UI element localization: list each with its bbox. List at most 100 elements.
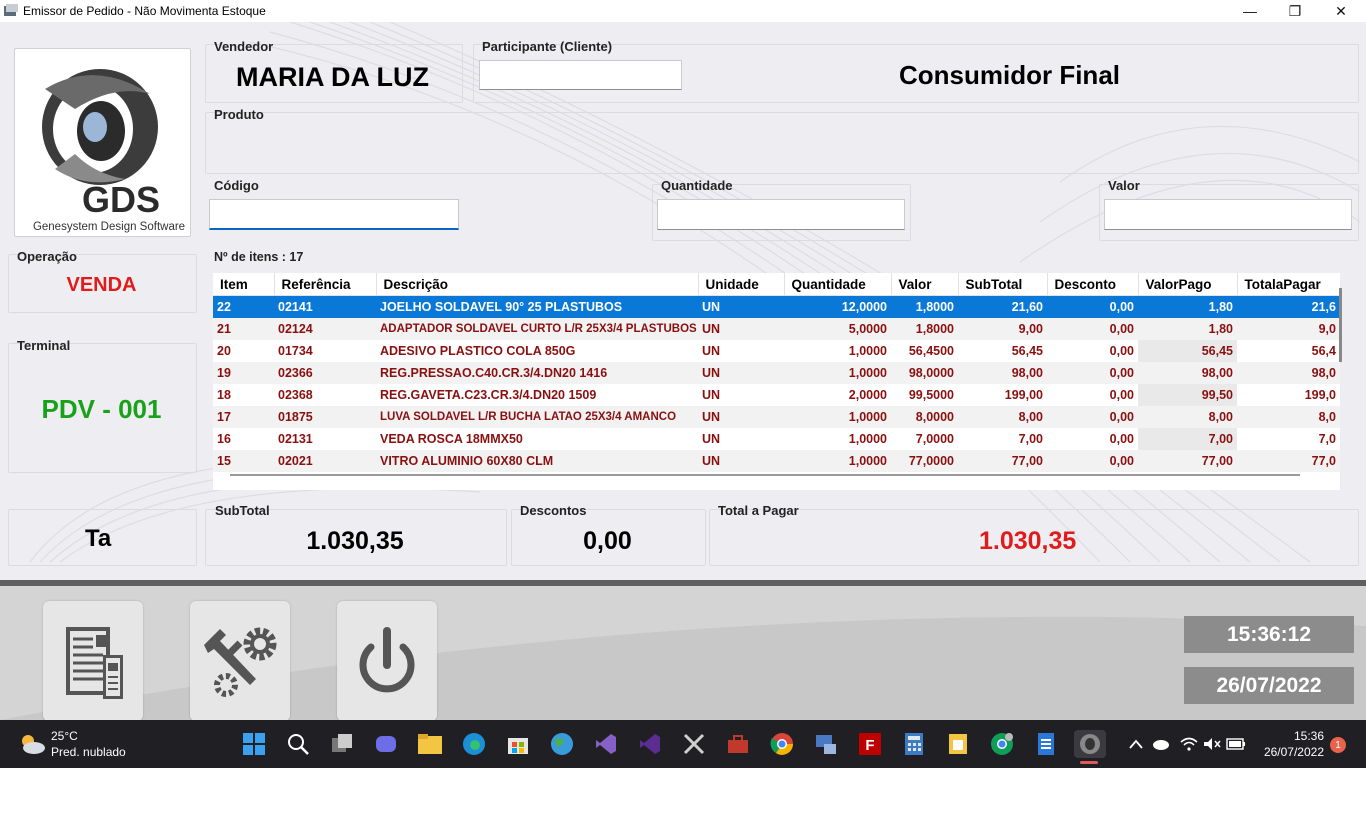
table-row[interactable]: 22 02141 JOELHO SOLDAVEL 90° 25 PLASTUBO… xyxy=(213,295,1340,318)
table-vertical-scrollbar[interactable] xyxy=(1339,288,1342,362)
table-row[interactable]: 15 02021 VITRO ALUMINIO 60X80 CLM UN 1,0… xyxy=(213,450,1340,472)
col-item[interactable]: Item xyxy=(213,273,275,296)
table-row[interactable]: 21 02124 ADAPTADOR SOLDAVEL CURTO L/R 25… xyxy=(213,318,1340,340)
cell-valorpago: 7,00 xyxy=(1138,428,1237,450)
table-row[interactable]: 20 01734 ADESIVO PLASTICO COLA 850G UN 1… xyxy=(213,340,1340,362)
maps-button[interactable] xyxy=(548,730,576,758)
col-valor[interactable]: Valor xyxy=(891,273,959,296)
col-desconto[interactable]: Desconto xyxy=(1047,273,1139,296)
cell-desconto: 0,00 xyxy=(1047,318,1138,340)
tools-icon xyxy=(683,733,705,755)
start-button[interactable] xyxy=(240,730,268,758)
produto-group xyxy=(205,112,1359,174)
operacao-label: Operação xyxy=(17,249,77,264)
report-button[interactable] xyxy=(43,601,143,720)
gds-app-button[interactable] xyxy=(1074,730,1106,758)
cell-valorpago: 99,50 xyxy=(1138,384,1237,406)
col-unidade[interactable]: Unidade xyxy=(698,273,785,296)
clock-time: 15:36:12 xyxy=(1184,616,1354,653)
wifi-button[interactable] xyxy=(1178,730,1200,758)
valor-input[interactable] xyxy=(1104,199,1352,230)
cell-valor: 98,0000 xyxy=(891,362,958,384)
cell-desconto: 0,00 xyxy=(1047,450,1138,472)
weather-desc: Pred. nublado xyxy=(51,745,126,759)
table-row[interactable]: 16 02131 VEDA ROSCA 18MMX50 UN 1,0000 7,… xyxy=(213,428,1340,450)
cell-item: 16 xyxy=(217,432,231,446)
col-totalapagar[interactable]: TotalaPagar xyxy=(1237,273,1340,296)
cell-desc: REG.GAVETA.C23.CR.3/4.DN20 1509 xyxy=(380,388,597,402)
file-explorer-button[interactable] xyxy=(416,730,444,758)
table-row[interactable]: 19 02366 REG.PRESSAO.C40.CR.3/4.DN20 141… xyxy=(213,362,1340,384)
cell-un: UN xyxy=(702,344,721,358)
company-logo: GDS Genesystem Design Software xyxy=(14,48,191,237)
cell-qtd: 1,0000 xyxy=(784,450,891,472)
cell-qtd: 1,0000 xyxy=(848,344,887,358)
word-doc-button[interactable] xyxy=(1032,730,1060,758)
cell-valor: 1,8000 xyxy=(891,318,958,340)
visual-studio-2-button[interactable] xyxy=(636,730,664,758)
items-table[interactable]: Item Referência Descrição Unidade Quanti… xyxy=(213,273,1340,490)
terminal-label: Terminal xyxy=(17,338,71,353)
settings-button[interactable] xyxy=(190,601,290,720)
app-main: GDS Genesystem Design Software Vendedor … xyxy=(0,22,1366,580)
task-view-icon xyxy=(332,734,352,752)
folder-icon xyxy=(418,734,442,754)
toolbox-app-button[interactable] xyxy=(724,730,752,758)
taskbar-date[interactable]: 26/07/2022 xyxy=(1252,745,1324,759)
store-button[interactable] xyxy=(504,730,532,758)
col-valorpago[interactable]: ValorPago xyxy=(1138,273,1238,296)
codigo-input[interactable] xyxy=(209,199,459,230)
taskbar-time[interactable]: 15:36 xyxy=(1260,729,1324,743)
close-button[interactable]: ✕ xyxy=(1318,0,1364,22)
table-row[interactable]: 18 02368 REG.GAVETA.C23.CR.3/4.DN20 1509… xyxy=(213,384,1340,406)
cell-item: 22 xyxy=(213,295,274,318)
visual-studio-button[interactable] xyxy=(592,730,620,758)
valor-label: Valor xyxy=(1108,178,1140,193)
minimize-button[interactable]: — xyxy=(1227,0,1273,22)
chat-button[interactable] xyxy=(372,730,400,758)
bottom-toolbar: 15:36:12 26/07/2022 xyxy=(0,580,1366,720)
cell-ref: 02124 xyxy=(274,318,376,340)
chrome-profile-button[interactable] xyxy=(988,730,1016,758)
cell-un: UN xyxy=(702,432,721,446)
filezilla-button[interactable]: F xyxy=(856,730,884,758)
cell-un: UN xyxy=(698,450,784,472)
cell-valorpago: 77,00 xyxy=(1138,450,1237,472)
network-app-button[interactable] xyxy=(812,730,840,758)
cell-subtotal: 77,00 xyxy=(958,450,1047,472)
power-button[interactable] xyxy=(337,601,437,720)
search-button[interactable] xyxy=(284,730,312,758)
tools-app-button[interactable] xyxy=(680,730,708,758)
app-icon xyxy=(4,4,18,16)
window-titlebar: Emissor de Pedido - Não Movimenta Estoqu… xyxy=(0,0,1366,22)
tray-overflow-button[interactable] xyxy=(1126,730,1146,758)
cell-un: UN xyxy=(702,388,721,402)
volume-button[interactable] xyxy=(1201,730,1223,758)
cell-desconto: 0,00 xyxy=(1047,295,1138,318)
gds-app-icon xyxy=(1080,734,1100,754)
search-icon xyxy=(288,734,309,755)
col-descricao[interactable]: Descrição xyxy=(376,273,699,296)
globe-icon xyxy=(551,733,573,755)
cell-desconto: 0,00 xyxy=(1047,406,1138,428)
col-referencia[interactable]: Referência xyxy=(274,273,377,296)
notification-badge[interactable]: 1 xyxy=(1330,737,1346,753)
calculator-button[interactable] xyxy=(900,730,928,758)
participante-input[interactable] xyxy=(479,60,682,90)
chrome-profile-icon xyxy=(991,733,1013,755)
col-quantidade[interactable]: Quantidade xyxy=(784,273,892,296)
notes-app-button[interactable] xyxy=(944,730,972,758)
task-view-button[interactable] xyxy=(328,730,356,758)
gds-logo-mark: GDS Genesystem Design Software xyxy=(33,69,185,233)
onedrive-button[interactable] xyxy=(1150,730,1172,758)
table-horizontal-scrollbar[interactable] xyxy=(230,474,1300,476)
edge-button[interactable] xyxy=(460,730,488,758)
table-row[interactable]: 17 01875 LUVA SOLDAVEL L/R BUCHA LATAO 2… xyxy=(213,406,1340,428)
restore-button[interactable]: ❐ xyxy=(1272,0,1318,22)
battery-button[interactable] xyxy=(1224,730,1248,758)
cell-total: 98,0 xyxy=(1237,362,1340,384)
col-subtotal[interactable]: SubTotal xyxy=(958,273,1048,296)
quantidade-input[interactable] xyxy=(657,199,905,230)
weather-widget[interactable] xyxy=(18,732,46,761)
chrome-button[interactable] xyxy=(768,730,796,758)
